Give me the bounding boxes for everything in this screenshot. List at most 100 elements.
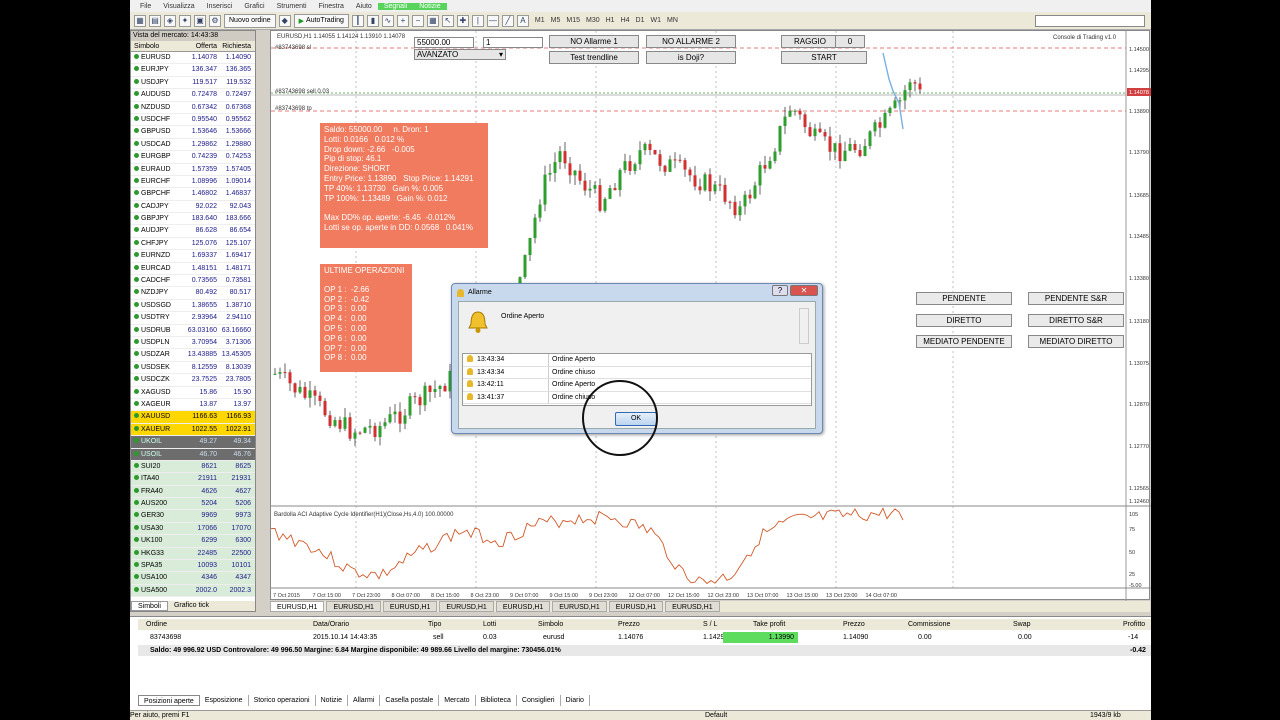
zoom-out-icon[interactable]: − xyxy=(411,14,424,27)
chart-tab[interactable]: EURUSD,H1 xyxy=(665,601,720,612)
mode-select[interactable]: AVANZATO ▾ xyxy=(414,49,506,60)
market-watch-row[interactable]: EURUSD 1.14078 1.14090 xyxy=(131,52,255,65)
message-scrollbar[interactable] xyxy=(799,308,809,344)
terminal-col-header[interactable]: Prezzo xyxy=(618,619,640,630)
profiles-icon[interactable]: ▤ xyxy=(149,14,161,27)
market-watch-row[interactable]: USDJPY 119.517 119.532 xyxy=(131,77,255,90)
terminal-tab[interactable]: Diario xyxy=(561,695,590,706)
market-watch-row[interactable]: USDPLN 3.70954 3.71306 xyxy=(131,337,255,350)
test-trendline-button[interactable]: Test trendline xyxy=(549,51,639,64)
terminal-col-header[interactable]: S / L xyxy=(703,619,717,630)
market-watch-row[interactable]: GBPJPY 183.640 183.666 xyxy=(131,213,255,226)
terminal-col-header[interactable]: Ordine xyxy=(146,619,167,630)
new-order-button[interactable]: Nuovo ordine xyxy=(224,13,276,28)
hline-icon[interactable]: — xyxy=(486,14,499,27)
terminal-tab[interactable]: Notizie xyxy=(316,695,348,706)
diretto-button[interactable]: DIRETTO xyxy=(916,314,1012,327)
tab-symbols[interactable]: Simboli xyxy=(131,601,168,611)
market-watch-row[interactable]: USA500 2002.0 2002.3 xyxy=(131,584,255,598)
market-watch-row[interactable]: USDZAR 13.43885 13.45305 xyxy=(131,349,255,362)
market-watch-row[interactable]: GBPCHF 1.46802 1.46837 xyxy=(131,188,255,201)
market-watch-row[interactable]: EURCHF 1.08996 1.09014 xyxy=(131,176,255,189)
terminal-tab[interactable]: Consiglieri xyxy=(517,695,561,706)
quantity-input[interactable]: 1 xyxy=(483,37,543,48)
market-watch-row[interactable]: XAUEUR 1022.55 1022.91 xyxy=(131,423,255,437)
chart-tab[interactable]: EURUSD,H1 xyxy=(495,601,551,612)
market-watch-icon[interactable]: ◈ xyxy=(164,14,176,27)
cursor-icon[interactable]: ↖ xyxy=(441,14,454,27)
navigator-icon[interactable]: ✦ xyxy=(179,14,191,27)
tester-icon[interactable]: ⚙ xyxy=(209,14,221,27)
menu-item-5[interactable]: Finestra xyxy=(313,3,350,10)
terminal-col-header[interactable]: Data/Orario xyxy=(313,619,349,630)
vline-icon[interactable]: | xyxy=(471,14,484,27)
terminal-col-header[interactable]: Lotti xyxy=(483,619,496,630)
timeframe-h1[interactable]: H1 xyxy=(603,17,618,24)
timeframe-m5[interactable]: M5 xyxy=(548,17,564,24)
menu-item-6[interactable]: Aiuto xyxy=(350,3,378,10)
bar-chart-icon[interactable]: ┃ xyxy=(351,14,364,27)
no-alarm-2-button[interactable]: NO ALLARME 2 xyxy=(646,35,736,48)
timeframe-d1[interactable]: D1 xyxy=(633,17,648,24)
terminal-tab[interactable]: Esposizione xyxy=(200,695,249,706)
market-watch-row[interactable]: GER30 9969 9973 xyxy=(131,510,255,523)
amount-input[interactable]: 55000.00 xyxy=(414,37,474,48)
market-watch-row[interactable]: UK100 6299 6300 xyxy=(131,535,255,548)
text-icon[interactable]: A xyxy=(516,14,529,27)
market-watch-row[interactable]: EURCAD 1.48151 1.48171 xyxy=(131,263,255,276)
search-input[interactable] xyxy=(1035,14,1145,27)
market-watch-row[interactable]: SUI20 8621 8625 xyxy=(131,460,255,474)
terminal-tab[interactable]: Biblioteca xyxy=(476,695,517,706)
terminal-tab[interactable]: Storico operazioni xyxy=(249,695,316,706)
market-watch-row[interactable]: CADCHF 0.73565 0.73581 xyxy=(131,275,255,288)
menu-item-2[interactable]: Inserisci xyxy=(201,3,239,10)
terminal-col-header[interactable]: Tipo xyxy=(428,619,441,630)
terminal-col-header[interactable]: Commissione xyxy=(908,619,950,630)
terminal-col-header[interactable]: Simbolo xyxy=(538,619,563,630)
menu-item-4[interactable]: Strumenti xyxy=(271,3,313,10)
col-symbol[interactable]: Simbolo xyxy=(131,41,185,51)
terminal-tab[interactable]: Mercato xyxy=(439,695,476,706)
terminal-icon[interactable]: ▣ xyxy=(194,14,206,27)
tile-icon[interactable]: ▦ xyxy=(426,14,439,27)
market-watch-row[interactable]: USDSGD 1.38655 1.38710 xyxy=(131,300,255,313)
timeframe-m30[interactable]: M30 xyxy=(583,17,603,24)
market-watch-row[interactable]: USDCZK 23.7525 23.7805 xyxy=(131,374,255,387)
close-button[interactable]: ✕ xyxy=(790,285,818,296)
chart-tab[interactable]: EURUSD,H1 xyxy=(270,601,325,612)
market-watch-row[interactable]: EURNZD 1.69337 1.69417 xyxy=(131,250,255,263)
market-watch-row[interactable]: XAGUSD 15.86 15.90 xyxy=(131,387,255,399)
market-watch-row[interactable]: EURJPY 136.347 136.365 xyxy=(131,64,255,77)
terminal-col-header[interactable]: Take profit xyxy=(753,619,785,630)
menu-item-3[interactable]: Grafici xyxy=(238,3,270,10)
market-watch-row[interactable]: AUDJPY 86.628 86.654 xyxy=(131,225,255,238)
chart-tab[interactable]: EURUSD,H1 xyxy=(608,601,664,612)
market-watch-row[interactable]: ITA40 21911 21931 xyxy=(131,473,255,486)
terminal-tab[interactable]: Casella postale xyxy=(380,695,440,706)
chart-tab[interactable]: EURUSD,H1 xyxy=(382,601,438,612)
market-watch-row[interactable]: USA100 4346 4347 xyxy=(131,572,255,585)
market-watch-row[interactable]: NZDJPY 80.492 80.517 xyxy=(131,287,255,300)
market-watch-row[interactable]: NZDUSD 0.67342 0.67368 xyxy=(131,102,255,114)
menu-item-0[interactable]: File xyxy=(134,3,157,10)
market-watch-row[interactable]: CADJPY 92.022 92.043 xyxy=(131,201,255,214)
market-watch-row[interactable]: USDCHF 0.95540 0.95562 xyxy=(131,114,255,127)
mediato-diretto-button[interactable]: MEDIATO DIRETTO xyxy=(1028,335,1124,348)
crosshair-icon[interactable]: ✚ xyxy=(456,14,469,27)
market-watch-row[interactable]: USA30 17066 17070 xyxy=(131,522,255,536)
timeframe-m1[interactable]: M1 xyxy=(532,17,548,24)
pendente-button[interactable]: PENDENTE xyxy=(916,292,1012,305)
timeframe-w1[interactable]: W1 xyxy=(647,17,664,24)
mediato-pendente-button[interactable]: MEDIATO PENDENTE xyxy=(916,335,1012,348)
market-watch-row[interactable]: AUS200 5204 5206 xyxy=(131,498,255,511)
menu-item-8[interactable]: Notizie xyxy=(413,2,447,10)
help-button[interactable]: ? xyxy=(772,285,788,296)
timeframe-m15[interactable]: M15 xyxy=(563,17,583,24)
line-chart-icon[interactable]: ∿ xyxy=(381,14,394,27)
raggio-value[interactable]: 0 xyxy=(835,35,865,48)
market-watch-row[interactable]: UKOIL 49.27 49.34 xyxy=(131,436,255,449)
diretto-sr-button[interactable]: DIRETTO S&R xyxy=(1028,314,1124,327)
market-watch-row[interactable]: EURGBP 0.74239 0.74253 xyxy=(131,151,255,164)
market-watch-row[interactable]: GBPUSD 1.53646 1.53666 xyxy=(131,126,255,139)
terminal-col-header[interactable]: Swap xyxy=(1013,619,1031,630)
